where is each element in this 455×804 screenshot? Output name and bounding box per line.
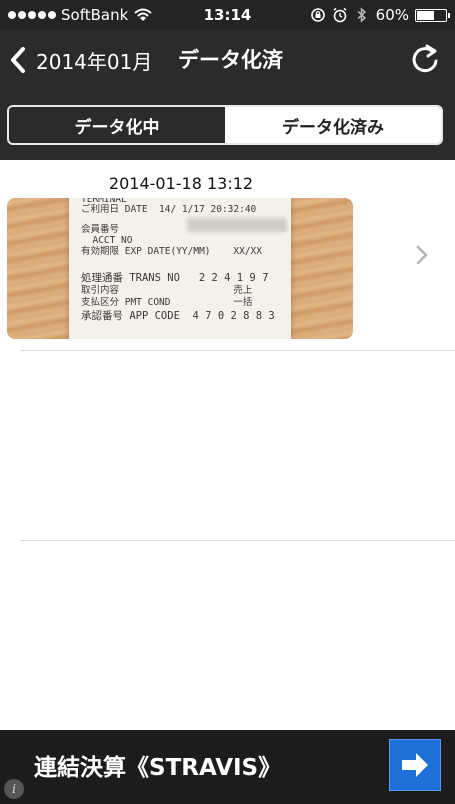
chevron-right-icon[interactable] bbox=[414, 244, 430, 266]
back-button-label: 2014年01月 bbox=[36, 49, 153, 74]
tab-processing[interactable]: データ化中 bbox=[9, 107, 225, 143]
chevron-left-icon bbox=[11, 47, 25, 73]
back-button[interactable]: 2014年01月 bbox=[8, 42, 152, 78]
status-right: 60% bbox=[310, 6, 450, 24]
arrow-right-icon bbox=[402, 753, 428, 777]
info-icon[interactable]: i bbox=[4, 779, 24, 799]
alarm-icon bbox=[333, 7, 347, 23]
redacted-account-number bbox=[187, 218, 287, 232]
segment-bar: データ化中 データ化済み bbox=[0, 90, 455, 160]
receipt-thumbnail[interactable]: TERMINAL ご利用日 DATE 14/ 1/17 20:32:40 会員番… bbox=[7, 198, 353, 339]
receipt-line: 有効期限 EXP DATE(YY/MM) XX/XX bbox=[81, 246, 262, 257]
receipt-line: 支払区分 PMT COND 一括 bbox=[81, 297, 253, 308]
rotation-lock-icon bbox=[310, 8, 325, 22]
page-title: データ化済 bbox=[178, 48, 283, 72]
app-screen: SoftBank 13:14 60% 2014年01月 データ化済 データ化中 … bbox=[0, 0, 455, 804]
segmented-control: データ化中 データ化済み bbox=[7, 105, 443, 145]
row-divider bbox=[20, 540, 455, 541]
status-bar: SoftBank 13:14 60% bbox=[0, 0, 455, 30]
refresh-icon[interactable] bbox=[409, 42, 441, 76]
ad-banner[interactable]: 連結決算《STRAVIS》 bbox=[0, 730, 455, 804]
tab-completed[interactable]: データ化済み bbox=[225, 107, 441, 143]
receipt-paper: TERMINAL ご利用日 DATE 14/ 1/17 20:32:40 会員番… bbox=[69, 198, 291, 339]
receipt-line: ご利用日 DATE 14/ 1/17 20:32:40 bbox=[81, 204, 257, 215]
battery-icon bbox=[415, 8, 450, 22]
record-list: 2014-01-18 13:12 TERMINAL ご利用日 DATE 14/ … bbox=[0, 160, 455, 730]
battery-fill bbox=[417, 10, 434, 20]
banner-text: 連結決算《STRAVIS》 bbox=[34, 755, 282, 781]
receipt-line: 承認番号 APP CODE 4 7 0 2 8 8 3 bbox=[81, 310, 275, 322]
navigation-bar: 2014年01月 データ化済 bbox=[0, 30, 455, 90]
banner-arrow-button[interactable] bbox=[389, 739, 441, 791]
row-divider bbox=[20, 350, 455, 351]
bluetooth-icon bbox=[357, 7, 366, 23]
receipt-line: 取引内容 売上 bbox=[81, 285, 253, 296]
battery-percent: 60% bbox=[375, 6, 409, 24]
record-datetime: 2014-01-18 13:12 bbox=[108, 174, 254, 193]
receipt-line: 処理通番 TRANS NO 2 2 4 1 9 7 bbox=[81, 272, 269, 284]
